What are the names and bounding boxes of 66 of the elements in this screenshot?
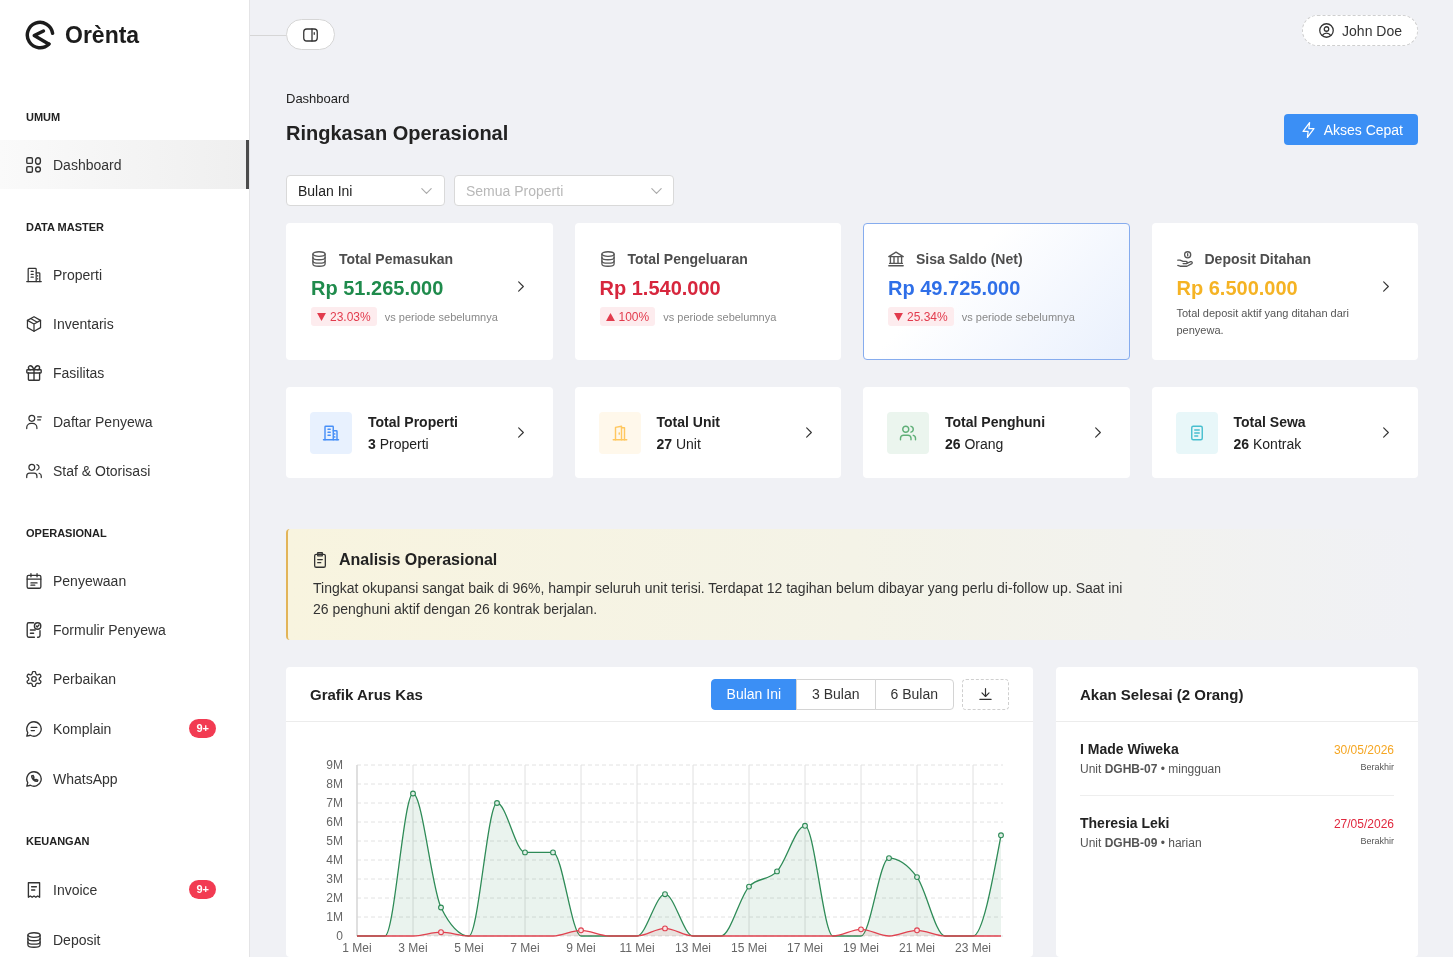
count-title: Total Penghuni <box>945 412 1047 432</box>
axis-label: 23 Mei <box>955 941 991 955</box>
section-title: UMUM <box>25 110 62 124</box>
analysis-text: Tingkat okupansi sangat baik di 96%, hampir seluruh unit terisi. Terdapat 12 tagihan belum dibayar yang perlu di-follow up. Saat ini 26 penghuni aktif dengan 26 kontrak berjalan. <box>313 579 1124 619</box>
axis-label: 3 Mei <box>398 941 428 955</box>
comparison-note: vs periode sebelumnya <box>663 310 777 323</box>
change-percent: 100% <box>618 309 650 324</box>
axis-label: 13 Mei <box>675 941 711 955</box>
axis-label: 9 Mei <box>566 941 596 955</box>
axis-label: 3M <box>326 872 343 886</box>
stat-description: Total deposit aktif yang ditahan dari penyewa. <box>1176 306 1350 338</box>
axis-label: 6M <box>326 815 343 829</box>
axis-label: 1 Mei <box>342 941 372 955</box>
count-title: Total Sewa <box>1233 412 1307 432</box>
end-date: 30/05/2026 <box>1333 742 1394 758</box>
status-label: Berakhir <box>1359 761 1394 773</box>
unit-detail: Unit DGHB-07 • mingguan <box>1080 761 1221 777</box>
axis-label: 5M <box>326 834 343 848</box>
unit-detail: Unit DGHB-09 • harian <box>1080 835 1202 851</box>
axis-label: 9M <box>326 758 343 772</box>
axis-label: 4M <box>326 853 343 867</box>
count-title: Total Properti <box>368 412 459 432</box>
section-title: KEUANGAN <box>25 834 91 848</box>
axis-label: 8M <box>326 777 343 791</box>
tenant-name: I Made Wiweka <box>1080 740 1180 758</box>
comparison-note: vs periode sebelumnya <box>384 310 498 323</box>
stat-label: Total Pemasukan <box>339 250 454 268</box>
axis-label: 21 Mei <box>899 941 935 955</box>
chart-title: Grafik Arus Kas <box>310 685 424 703</box>
axis-label: 7M <box>326 796 343 810</box>
axis-label: 17 Mei <box>787 941 823 955</box>
status-label: Berakhir <box>1359 835 1394 847</box>
panel-title: Akan Selesai (2 Orang) <box>1080 685 1245 703</box>
stat-label: Sisa Saldo (Net) <box>916 250 1023 268</box>
axis-label: 7 Mei <box>510 941 540 955</box>
count-badge: 9+ <box>189 880 216 899</box>
page-title: Ringkasan Operasional <box>286 121 509 146</box>
axis-label: 5 Mei <box>454 941 484 955</box>
change-percent: 23.03% <box>330 309 371 324</box>
axis-label: 0 <box>336 929 343 943</box>
section-title: OPERASIONAL <box>25 526 108 540</box>
count-badge: 9+ <box>189 719 216 738</box>
stat-value: Rp 6.500.000 <box>1176 276 1299 301</box>
brand-name: Orènta <box>65 20 140 49</box>
stat-value: Rp 51.265.000 <box>311 276 445 301</box>
axis-label: 11 Mei <box>619 941 655 955</box>
section-title: DATA MASTER <box>25 220 105 234</box>
breadcrumb: Dashboard <box>286 90 351 108</box>
count-title: Total Unit <box>656 412 721 432</box>
axis-label: 1M <box>326 910 343 924</box>
count-value: 26 Kontrak <box>1233 434 1303 454</box>
count-value: 3 Properti <box>368 434 430 454</box>
tenant-name: Theresia Leki <box>1080 814 1171 832</box>
axis-label: 2M <box>326 891 343 905</box>
stat-value: Rp 1.540.000 <box>599 276 722 301</box>
comparison-note: vs periode sebelumnya <box>961 310 1075 323</box>
stat-label: Deposit Ditahan <box>1204 250 1312 268</box>
axis-label: 19 Mei <box>843 941 879 955</box>
stat-value: Rp 49.725.000 <box>888 276 1022 301</box>
count-value: 26 Orang <box>945 434 1005 454</box>
axis-label: 15 Mei <box>731 941 767 955</box>
count-value: 27 Unit <box>656 434 702 454</box>
stat-label: Total Pengeluaran <box>627 250 748 268</box>
analysis-title: Analisis Operasional <box>339 550 498 570</box>
end-date: 27/05/2026 <box>1333 816 1394 832</box>
change-percent: 25.34% <box>907 309 948 324</box>
